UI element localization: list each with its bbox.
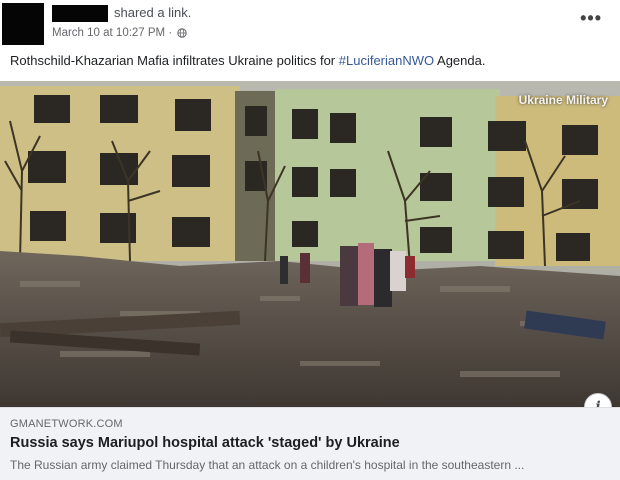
post-meta: March 10 at 10:27 PM · bbox=[52, 27, 187, 39]
link-domain: GMANETWORK.COM bbox=[10, 418, 123, 430]
link-preview-card[interactable]: GMANETWORK.COM Russia says Mariupol hosp… bbox=[0, 407, 620, 480]
link-headline[interactable]: Russia says Mariupol hospital attack 'st… bbox=[10, 435, 400, 451]
post-message: Rothschild-Khazarian Mafia infiltrates U… bbox=[10, 53, 485, 68]
more-options-button[interactable]: ••• bbox=[580, 8, 602, 29]
video-watermark: Ukraine Military bbox=[518, 93, 608, 107]
link-preview-image[interactable]: Ukraine Military bbox=[0, 81, 620, 407]
post-action-text: shared a link. bbox=[114, 5, 192, 20]
post-message-text: Rothschild-Khazarian Mafia infiltrates U… bbox=[10, 53, 339, 68]
link-description: The Russian army claimed Thursday that a… bbox=[10, 458, 525, 472]
hashtag-link[interactable]: #LuciferianNWO bbox=[339, 53, 434, 68]
facebook-post: shared a link. March 10 at 10:27 PM · ••… bbox=[0, 0, 620, 480]
globe-icon bbox=[177, 28, 187, 38]
author-name-redacted[interactable] bbox=[52, 5, 108, 22]
post-timestamp[interactable]: March 10 at 10:27 PM · bbox=[52, 27, 172, 39]
avatar-redacted[interactable] bbox=[2, 3, 44, 45]
post-message-text-end: Agenda. bbox=[434, 53, 486, 68]
hospital-ruins-photo bbox=[0, 81, 620, 407]
